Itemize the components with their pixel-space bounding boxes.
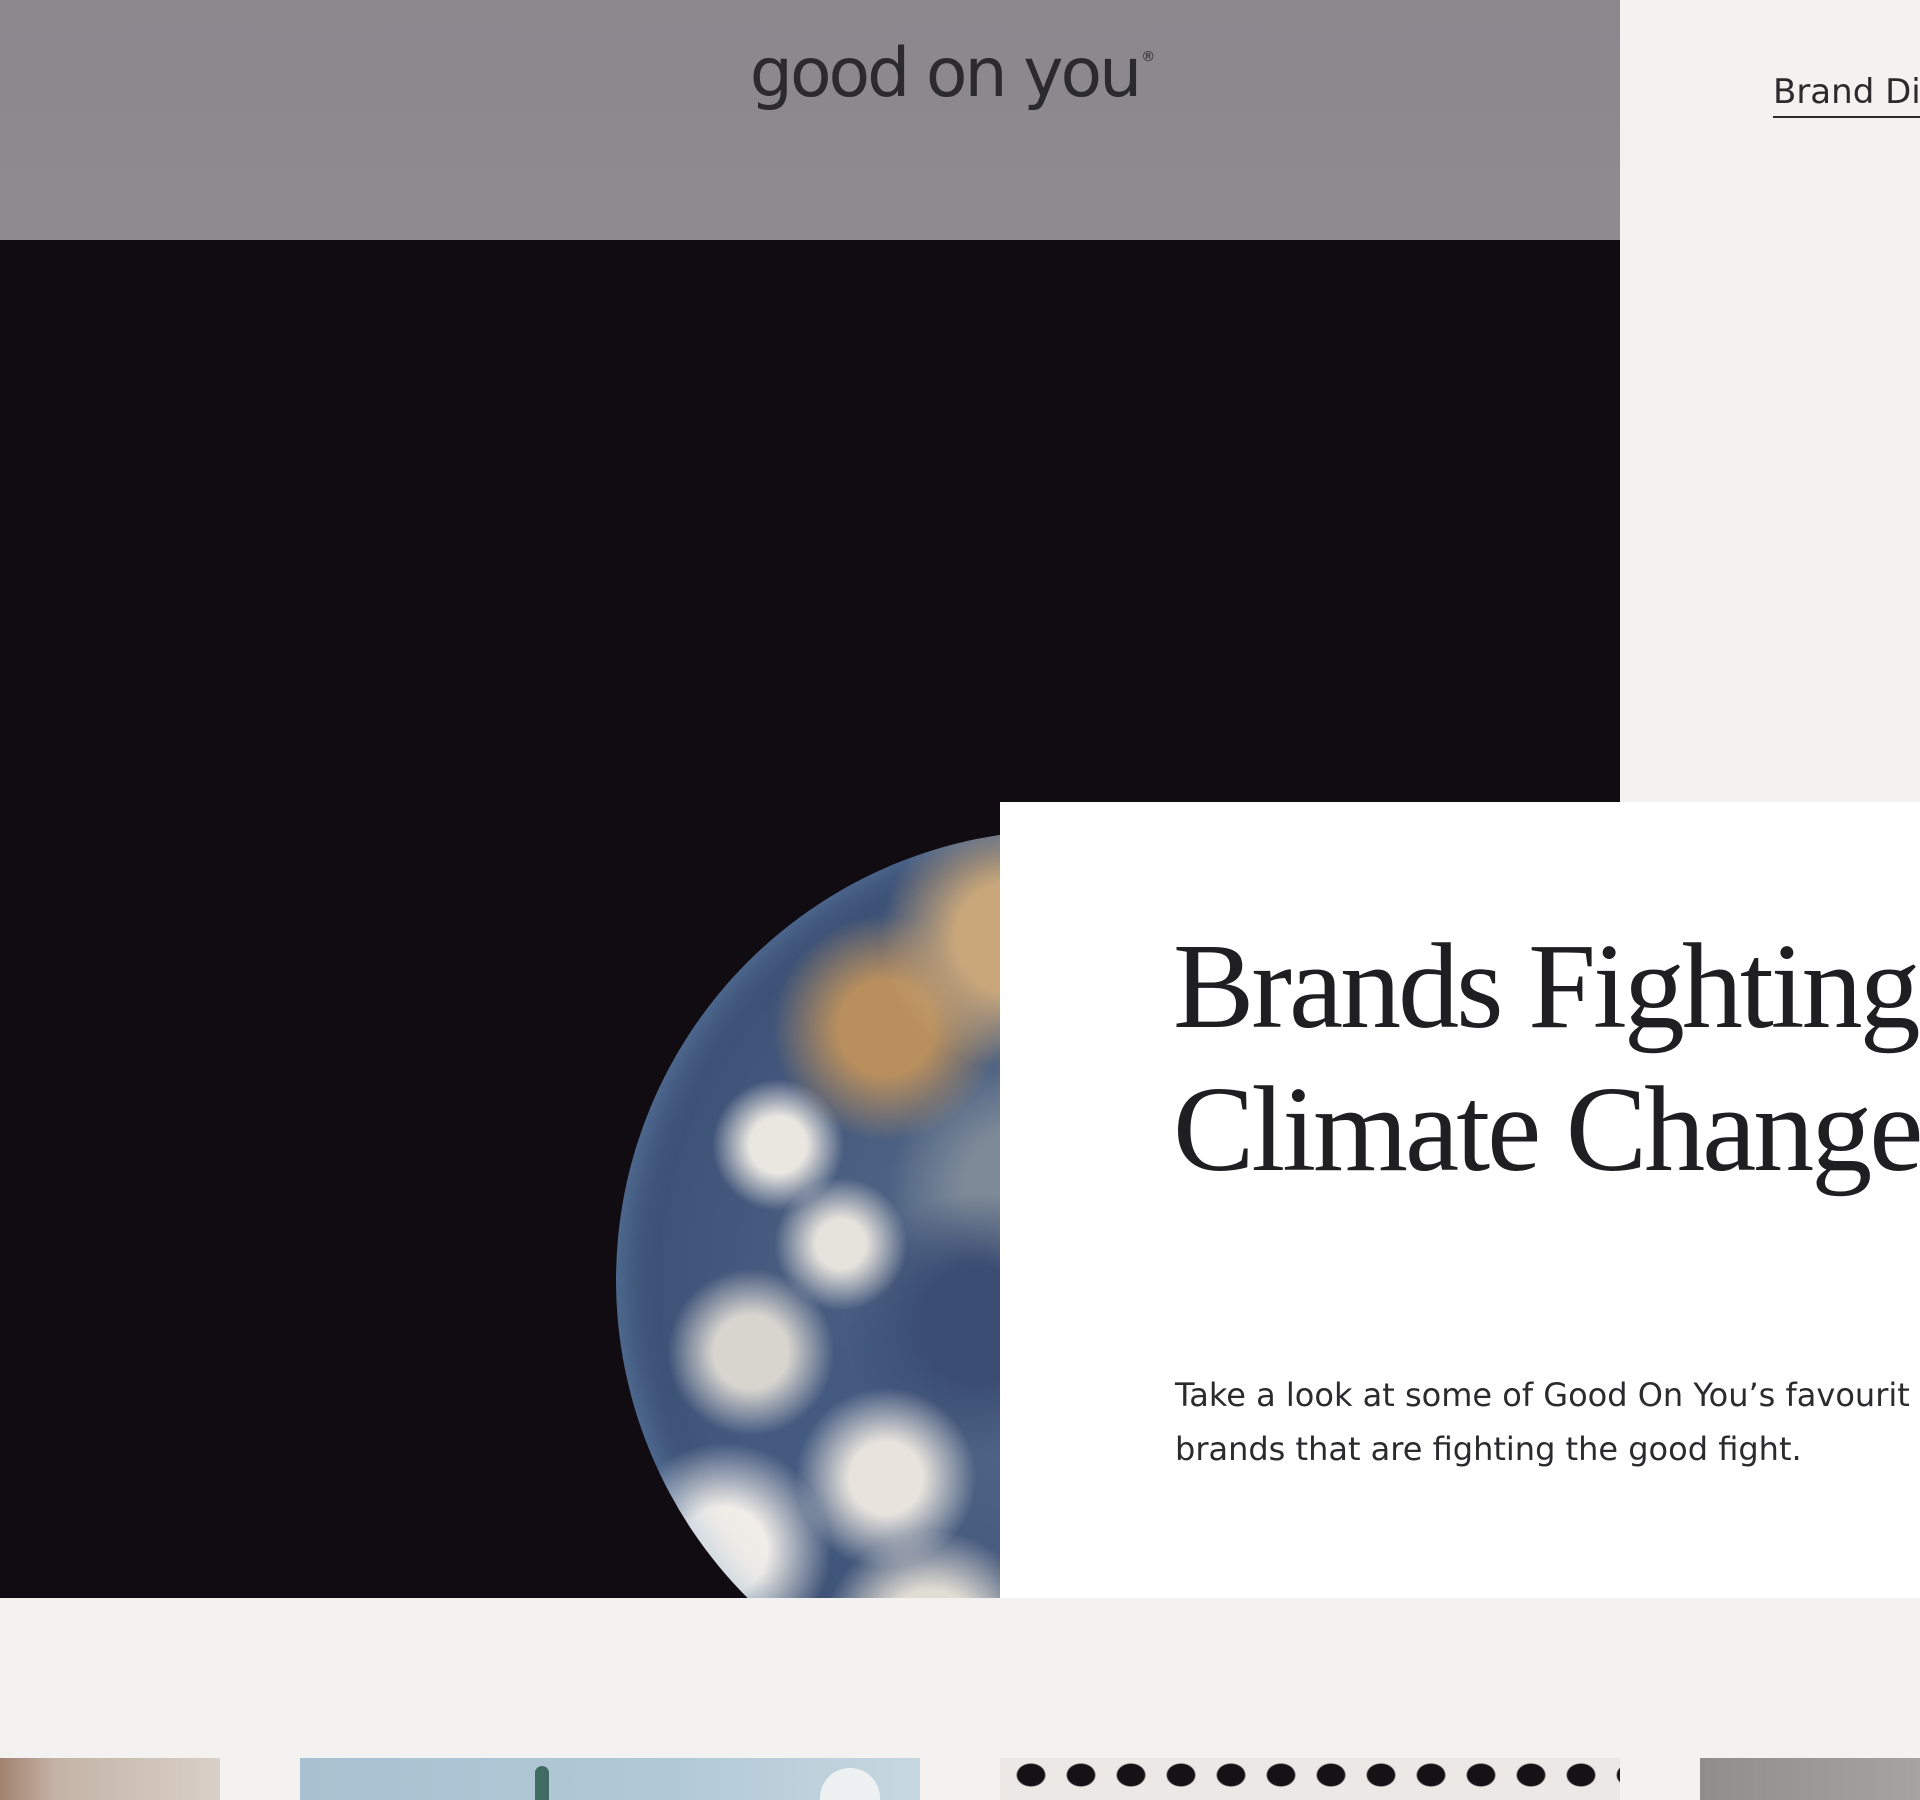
article-tile-grey[interactable] [1700,1758,1920,1800]
hero-title: Brands Fighting Climate Change [1173,915,1920,1201]
hero-title-line1: Brands Fighting [1173,919,1920,1054]
hero-title-line2: Climate Change [1173,1062,1920,1197]
registered-mark: ® [1141,49,1156,65]
hero-description: Take a look at some of Good On You’s fav… [1175,1376,1910,1468]
site-header: good on you ® [0,0,1620,240]
logo-text: good on you [749,34,1142,113]
article-tile-portrait[interactable] [0,1758,220,1800]
nav-area [1620,0,1920,240]
article-tile-polka-dot[interactable] [1000,1758,1620,1800]
cloud-shape [820,1768,880,1800]
article-tile-landscape[interactable] [300,1758,920,1800]
figure-silhouette [535,1766,549,1800]
nav-link-brand-directory[interactable]: Brand Dir [1773,72,1920,118]
article-tiles [0,1758,1920,1800]
